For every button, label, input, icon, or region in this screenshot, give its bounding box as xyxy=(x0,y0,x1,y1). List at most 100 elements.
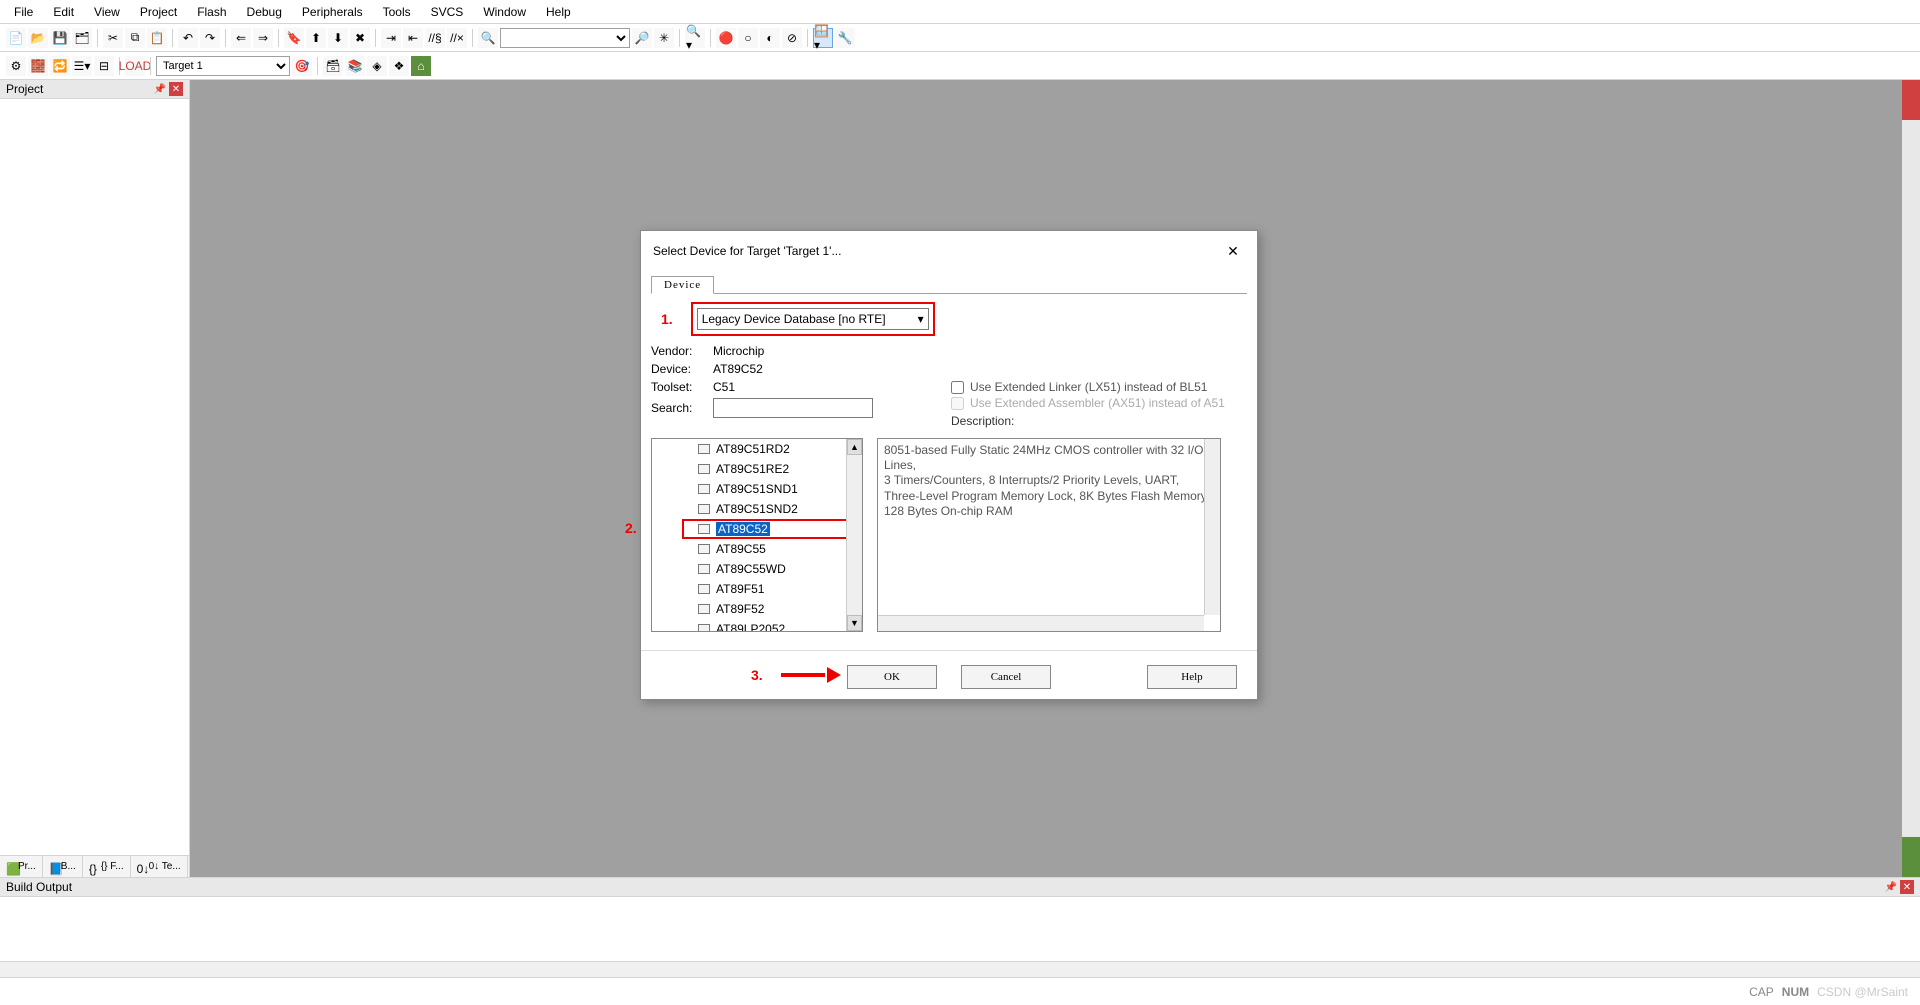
project-tree[interactable] xyxy=(0,99,189,855)
pack-installer-icon[interactable]: ⌂ xyxy=(411,56,431,76)
menu-peripherals[interactable]: Peripherals xyxy=(292,3,373,21)
stop-build-icon[interactable]: ⊟ xyxy=(94,56,114,76)
cut-icon[interactable]: ✂ xyxy=(103,28,123,48)
menu-edit[interactable]: Edit xyxy=(43,3,84,21)
tree-scrollbar[interactable]: ▲ ▼ xyxy=(846,439,862,631)
find-in-files-icon[interactable]: 🔎 xyxy=(632,28,652,48)
download-icon[interactable]: LOAD xyxy=(125,56,145,76)
find-combo[interactable] xyxy=(500,28,630,48)
device-item-at89c51snd1[interactable]: AT89C51SND1 xyxy=(652,479,846,499)
translate-icon[interactable]: ⚙ xyxy=(6,56,26,76)
annotation-box-1: Legacy Device Database [no RTE] ▾ xyxy=(691,302,935,336)
pin-icon[interactable]: 📌 xyxy=(1884,880,1898,894)
scroll-up-icon[interactable]: ▲ xyxy=(847,439,862,455)
device-item-at89lp2052[interactable]: AT89LP2052 xyxy=(652,619,846,632)
manage-rte-icon[interactable]: ❖ xyxy=(389,56,409,76)
close-panel-icon[interactable]: ✕ xyxy=(169,82,183,96)
device-item-at89c55wd[interactable]: AT89C55WD xyxy=(652,559,846,579)
window-icon[interactable]: 🪟▾ xyxy=(813,28,833,48)
bookmark-prev-icon[interactable]: ⬆ xyxy=(306,28,326,48)
extended-assembler-checkbox: Use Extended Assembler (AX51) instead of… xyxy=(951,396,1225,410)
pin-icon[interactable]: 📌 xyxy=(153,82,167,96)
device-database-select[interactable]: Legacy Device Database [no RTE] ▾ xyxy=(697,308,929,330)
extended-linker-checkbox[interactable]: Use Extended Linker (LX51) instead of BL… xyxy=(951,380,1225,394)
nav-fwd-icon[interactable]: ⇒ xyxy=(253,28,273,48)
bp-kill-icon[interactable]: ⊘ xyxy=(782,28,802,48)
desc-hscrollbar[interactable] xyxy=(878,615,1204,631)
build-output-scrollbar[interactable] xyxy=(0,961,1920,977)
bookmark-clear-icon[interactable]: ✖ xyxy=(350,28,370,48)
vendor-value: Microchip xyxy=(713,344,764,358)
menu-flash[interactable]: Flash xyxy=(187,3,236,21)
device-item-at89f52[interactable]: AT89F52 xyxy=(652,599,846,619)
redo-icon[interactable]: ↷ xyxy=(200,28,220,48)
device-item-at89f51[interactable]: AT89F51 xyxy=(652,579,846,599)
build-output-panel: Build Output 📌 ✕ xyxy=(0,877,1920,977)
target-select[interactable]: Target 1 xyxy=(156,56,290,76)
device-item-at89c51rd2[interactable]: AT89C51RD2 xyxy=(652,439,846,459)
manage-books-icon[interactable]: 📚 xyxy=(345,56,365,76)
desc-vscrollbar[interactable] xyxy=(1204,439,1220,615)
bookmark-icon[interactable]: 🔖 xyxy=(284,28,304,48)
dialog-close-button[interactable]: ✕ xyxy=(1221,239,1245,263)
open-file-icon[interactable]: 📂 xyxy=(28,28,48,48)
build-icon[interactable]: 🧱 xyxy=(28,56,48,76)
status-cap: CAP xyxy=(1749,985,1774,999)
outdent-icon[interactable]: ⇤ xyxy=(403,28,423,48)
find-icon[interactable]: 🔍 xyxy=(478,28,498,48)
device-tab[interactable]: Device xyxy=(651,276,714,294)
bp-insert-icon[interactable]: ○ xyxy=(738,28,758,48)
bp-enable-icon[interactable]: ◐ xyxy=(760,28,780,48)
copy-icon[interactable]: ⧉ xyxy=(125,28,145,48)
save-icon[interactable]: 💾 xyxy=(50,28,70,48)
device-item-at89c52[interactable]: AT89C52 xyxy=(652,519,846,539)
device-item-at89c55[interactable]: AT89C55 xyxy=(652,539,846,559)
watermark-text: CSDN @MrSaint xyxy=(1817,985,1908,999)
indent-icon[interactable]: ⇥ xyxy=(381,28,401,48)
bookmark-next-icon[interactable]: ⬇ xyxy=(328,28,348,48)
menu-project[interactable]: Project xyxy=(130,3,187,21)
paste-icon[interactable]: 📋 xyxy=(147,28,167,48)
batch-build-icon[interactable]: ☰▾ xyxy=(72,56,92,76)
uncomment-icon[interactable]: //× xyxy=(447,28,467,48)
debug-start-icon[interactable]: 🔴 xyxy=(716,28,736,48)
manage-layers-icon[interactable]: ◈ xyxy=(367,56,387,76)
device-item-at89c51re2[interactable]: AT89C51RE2 xyxy=(652,459,846,479)
search-input[interactable] xyxy=(713,398,873,418)
menu-file[interactable]: File xyxy=(4,3,43,21)
cancel-button[interactable]: Cancel xyxy=(961,665,1051,689)
undo-icon[interactable]: ↶ xyxy=(178,28,198,48)
menu-debug[interactable]: Debug xyxy=(237,3,292,21)
save-all-icon[interactable]: 🗂 xyxy=(72,28,92,48)
device-tree[interactable]: AT89C51RD2AT89C51RE2AT89C51SND1AT89C51SN… xyxy=(651,438,863,632)
rebuild-icon[interactable]: 🔁 xyxy=(50,56,70,76)
annotation-2: 2. xyxy=(625,520,637,536)
build-output-body[interactable] xyxy=(0,897,1920,961)
help-button[interactable]: Help xyxy=(1147,665,1237,689)
project-tab-0[interactable]: 🟩Pr... xyxy=(0,856,43,877)
project-tab-3[interactable]: 0↓0↓ Te... xyxy=(131,856,188,877)
menu-window[interactable]: Window xyxy=(473,3,536,21)
configure-icon[interactable]: 🔧 xyxy=(835,28,855,48)
new-file-icon[interactable]: 📄 xyxy=(6,28,26,48)
description-label: Description: xyxy=(951,414,1225,428)
comment-icon[interactable]: //§ xyxy=(425,28,445,48)
menu-bar: FileEditViewProjectFlashDebugPeripherals… xyxy=(0,0,1920,24)
incremental-find-icon[interactable]: ✳ xyxy=(654,28,674,48)
project-tab-2[interactable]: {}{} F... xyxy=(83,856,131,877)
project-tab-1[interactable]: 📘B... xyxy=(43,856,83,877)
zoom-icon[interactable]: 🔍▾ xyxy=(685,28,705,48)
nav-back-icon[interactable]: ⇐ xyxy=(231,28,251,48)
menu-help[interactable]: Help xyxy=(536,3,581,21)
close-panel-icon[interactable]: ✕ xyxy=(1900,880,1914,894)
target-options-icon[interactable]: 🎯 xyxy=(292,56,312,76)
file-ext-icon[interactable]: 🗃 xyxy=(323,56,343,76)
menu-view[interactable]: View xyxy=(84,3,130,21)
device-value: AT89C52 xyxy=(713,362,763,376)
ok-button[interactable]: OK xyxy=(847,665,937,689)
scroll-down-icon[interactable]: ▼ xyxy=(847,615,862,631)
menu-tools[interactable]: Tools xyxy=(373,3,421,21)
status-num: NUM xyxy=(1782,985,1809,999)
device-item-at89c51snd2[interactable]: AT89C51SND2 xyxy=(652,499,846,519)
menu-svcs[interactable]: SVCS xyxy=(421,3,474,21)
